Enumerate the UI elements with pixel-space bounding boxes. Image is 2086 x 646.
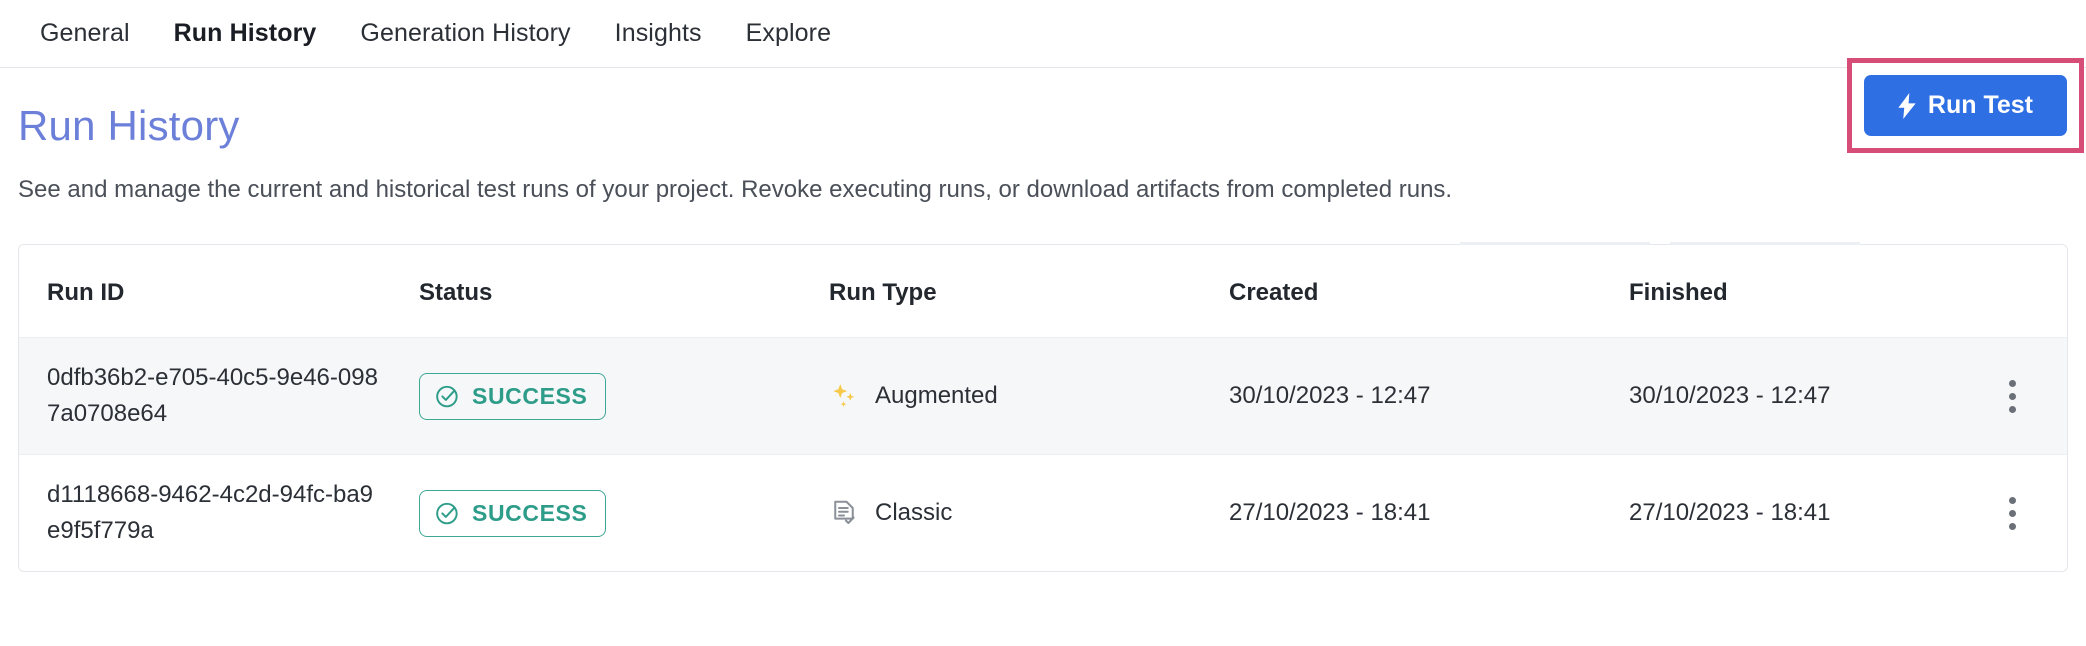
run-test-label: Run Test bbox=[1927, 91, 2033, 119]
kebab-menu-icon[interactable] bbox=[1992, 379, 2032, 413]
table-row[interactable]: d1118668-9462-4c2d-94fc-ba9e9f5f779a SUC… bbox=[19, 454, 2067, 572]
tab-run-history[interactable]: Run History bbox=[152, 0, 339, 67]
check-circle-icon bbox=[436, 386, 458, 408]
background-artifact-right bbox=[1670, 242, 1860, 245]
column-header-run-id: Run ID bbox=[19, 245, 419, 338]
tab-label: Run History bbox=[173, 19, 317, 47]
page-title: Run History bbox=[18, 102, 240, 149]
page-header: Run History See and manage the current a… bbox=[0, 58, 2086, 245]
run-type-label: Augmented bbox=[875, 382, 998, 410]
cell-finished: 27/10/2023 - 18:41 bbox=[1629, 454, 1957, 572]
lightning-bolt-icon bbox=[1898, 92, 1916, 119]
cell-status: SUCCESS bbox=[419, 454, 829, 572]
column-header-finished: Finished bbox=[1629, 245, 1957, 338]
kebab-menu-icon[interactable] bbox=[1992, 496, 2032, 530]
status-label: SUCCESS bbox=[472, 499, 588, 526]
run-test-highlight-box: Run Test bbox=[1846, 58, 2084, 153]
tab-bar: General Run History Generation History I… bbox=[0, 0, 2086, 68]
cell-actions bbox=[1957, 454, 2067, 572]
status-label: SUCCESS bbox=[472, 382, 588, 409]
table-row[interactable]: 0dfb36b2-e705-40c5-9e46-0987a0708e64 SUC… bbox=[19, 337, 2067, 455]
cell-run-type: Augmented bbox=[829, 337, 1229, 455]
tab-general[interactable]: General bbox=[18, 0, 152, 67]
tab-explore[interactable]: Explore bbox=[724, 0, 853, 67]
tab-generation-history[interactable]: Generation History bbox=[338, 0, 592, 67]
check-circle-icon bbox=[436, 503, 458, 525]
column-header-status: Status bbox=[419, 245, 829, 338]
tab-label: Insights bbox=[614, 19, 702, 47]
cell-created: 27/10/2023 - 18:41 bbox=[1229, 454, 1629, 572]
tab-label: Generation History bbox=[360, 19, 571, 47]
column-header-run-type: Run Type bbox=[829, 245, 1229, 338]
cell-created: 30/10/2023 - 12:47 bbox=[1229, 337, 1629, 455]
cell-status: SUCCESS bbox=[419, 337, 829, 455]
cell-run-id: 0dfb36b2-e705-40c5-9e46-0987a0708e64 bbox=[19, 337, 419, 455]
sparkles-icon bbox=[833, 384, 855, 408]
background-artifact-left bbox=[1460, 242, 1650, 245]
status-badge: SUCCESS bbox=[419, 489, 607, 537]
run-type-label: Classic bbox=[875, 499, 953, 527]
cell-finished: 30/10/2023 - 12:47 bbox=[1629, 337, 1957, 455]
cell-run-type: Classic bbox=[829, 454, 1229, 572]
cell-actions bbox=[1957, 337, 2067, 455]
column-header-created: Created bbox=[1229, 245, 1629, 338]
tab-label: General bbox=[40, 19, 130, 47]
tab-insights[interactable]: Insights bbox=[593, 0, 724, 67]
status-badge: SUCCESS bbox=[419, 372, 607, 420]
column-header-actions bbox=[1957, 245, 2067, 338]
cell-run-id: d1118668-9462-4c2d-94fc-ba9e9f5f779a bbox=[19, 454, 419, 572]
document-check-icon bbox=[834, 501, 855, 525]
tab-label: Explore bbox=[745, 19, 832, 47]
page-description: See and manage the current and historica… bbox=[18, 176, 1453, 204]
table-header-row: Run ID Status Run Type Created Finished bbox=[19, 245, 2067, 338]
run-history-table: Run ID Status Run Type Created Finished … bbox=[18, 244, 2068, 573]
run-test-button[interactable]: Run Test bbox=[1863, 75, 2067, 136]
